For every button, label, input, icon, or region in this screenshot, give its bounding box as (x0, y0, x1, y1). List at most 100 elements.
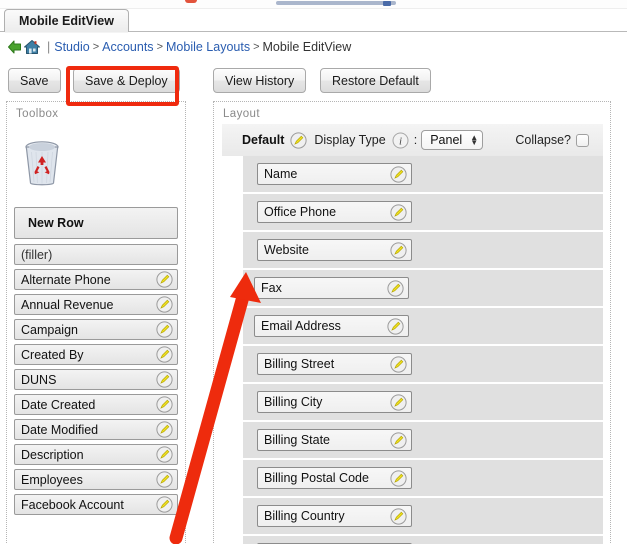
toolbox-item[interactable]: Facebook Account (14, 494, 178, 515)
breadcrumb-item-mobile-layouts[interactable]: Mobile Layouts (166, 40, 250, 54)
toolbox-item-label: Alternate Phone (21, 272, 111, 287)
pencil-icon[interactable] (156, 471, 173, 488)
tab-bar: Mobile EditView (0, 8, 627, 33)
toolbox-panel: Toolbox New Row (filler) Alternate Phone… (6, 101, 186, 544)
display-type-colon: : (413, 133, 418, 147)
pencil-icon[interactable] (156, 321, 173, 338)
layout-row[interactable]: Billing Street (243, 346, 603, 382)
layout-row[interactable]: Billing City (243, 384, 603, 420)
save-and-deploy-button[interactable]: Save & Deploy (73, 68, 180, 93)
layout-field[interactable]: Fax (254, 277, 409, 299)
toolbox-item-label: Campaign (21, 322, 78, 337)
layout-field-label: Office Phone (264, 205, 337, 219)
toolbox-item[interactable]: DUNS (14, 369, 178, 390)
breadcrumb-separator-3: > (253, 41, 260, 53)
home-icon[interactable] (23, 39, 41, 55)
collapse-control: Collapse? (515, 133, 589, 147)
toolbox-item-label: Description (21, 447, 84, 462)
info-icon[interactable]: i (392, 132, 409, 149)
layout-field-label: Email Address (261, 319, 341, 333)
collapse-checkbox[interactable] (576, 133, 589, 147)
recycle-bin-icon[interactable] (19, 139, 65, 187)
pencil-icon[interactable] (156, 371, 173, 388)
cut-off-toolbar-sliver (276, 1, 396, 5)
pencil-icon[interactable] (390, 355, 407, 373)
toolbox-item[interactable]: Date Created (14, 394, 178, 415)
layout-row[interactable]: Billing Postal Code (243, 460, 603, 496)
toolbox-item[interactable]: Description (14, 444, 178, 465)
toolbox-item[interactable]: (filler) (14, 244, 178, 265)
layout-title: Layout (223, 108, 260, 120)
layout-field[interactable]: Office Phone (257, 201, 412, 223)
layout-row[interactable]: Email Address (243, 308, 603, 344)
display-type-select[interactable]: Panel ▲ ▼ (421, 130, 484, 150)
breadcrumb-pipe: | (47, 40, 51, 54)
layout-row[interactable]: Name (243, 156, 603, 192)
toolbox-item[interactable]: Employees (14, 469, 178, 490)
layout-field-label: Billing City (264, 395, 323, 409)
pencil-icon[interactable] (390, 431, 407, 449)
pencil-icon[interactable] (156, 446, 173, 463)
layout-field[interactable]: Email Address (254, 315, 409, 337)
layout-field[interactable]: Billing State (257, 429, 412, 451)
pencil-icon[interactable] (156, 346, 173, 363)
pencil-icon[interactable] (156, 421, 173, 438)
breadcrumb: | Studio > Accounts > Mobile Layouts > M… (6, 36, 351, 58)
layout-row[interactable]: Fax (243, 270, 603, 306)
breadcrumb-item-accounts[interactable]: Accounts (102, 40, 153, 54)
layout-row[interactable]: Website (243, 232, 603, 268)
pencil-icon[interactable] (390, 393, 407, 411)
toolbox-item[interactable]: Date Modified (14, 419, 178, 440)
toolbox-item-label: DUNS (21, 372, 57, 387)
pencil-icon[interactable] (390, 203, 407, 221)
layout-row[interactable]: Billing Country (243, 498, 603, 534)
layout-field-label: Fax (261, 281, 282, 295)
layout-field[interactable]: Billing Postal Code (257, 467, 412, 489)
toolbox-item-label: New Row (28, 216, 84, 230)
pencil-icon[interactable] (387, 279, 404, 297)
back-arrow-icon[interactable] (6, 39, 23, 55)
layout-field-label: Name (264, 167, 298, 181)
layout-panel-header: Default Display Type i : Panel ▲ ▼ Collap… (222, 124, 603, 156)
toolbox-item[interactable]: Campaign (14, 319, 178, 340)
cut-off-toolbar-accent (383, 1, 391, 6)
toolbox-item-label: (filler) (21, 247, 53, 262)
layout-field[interactable]: Name (257, 163, 412, 185)
layout-field-label: Billing State (264, 433, 331, 447)
toolbox-new-row-item[interactable]: New Row (14, 207, 178, 239)
pencil-icon[interactable] (156, 296, 173, 313)
breadcrumb-item-studio[interactable]: Studio (54, 40, 89, 54)
pencil-icon[interactable] (387, 317, 404, 335)
toolbox-item-label: Date Modified (21, 422, 99, 437)
layout-row[interactable]: Office Phone (243, 194, 603, 230)
toolbox-item[interactable]: Annual Revenue (14, 294, 178, 315)
layout-field[interactable]: Billing Country (257, 505, 412, 527)
pencil-icon[interactable] (156, 396, 173, 413)
layout-row[interactable]: Assigned to (243, 536, 603, 544)
restore-default-button[interactable]: Restore Default (320, 68, 431, 93)
toolbox-item[interactable]: Alternate Phone (14, 269, 178, 290)
layout-field[interactable]: Website (257, 239, 412, 261)
pencil-icon[interactable] (390, 469, 407, 487)
layout-field-label: Billing Postal Code (264, 471, 369, 485)
pencil-icon[interactable] (156, 271, 173, 288)
toolbox-item[interactable]: Created By (14, 344, 178, 365)
pencil-icon[interactable] (390, 241, 407, 259)
layout-row[interactable]: Billing State (243, 422, 603, 458)
toolbox-title: Toolbox (16, 108, 59, 120)
svg-text:i: i (399, 135, 402, 147)
view-history-button[interactable]: View History (213, 68, 307, 93)
display-type-label: Display Type (314, 133, 386, 147)
tab-mobile-editview[interactable]: Mobile EditView (4, 9, 129, 33)
layout-field[interactable]: Billing City (257, 391, 412, 413)
layout-field[interactable]: Billing Street (257, 353, 412, 375)
collapse-label: Collapse? (515, 133, 571, 147)
pencil-icon[interactable] (390, 507, 407, 525)
pencil-icon[interactable] (290, 131, 307, 149)
save-button[interactable]: Save (8, 68, 61, 93)
pencil-icon[interactable] (156, 496, 173, 513)
action-toolbar: Save Save & Deploy View History Restore … (0, 62, 627, 96)
pencil-icon[interactable] (390, 165, 407, 183)
cut-off-red-marker (185, 0, 197, 3)
breadcrumb-item-current: Mobile EditView (262, 40, 352, 54)
